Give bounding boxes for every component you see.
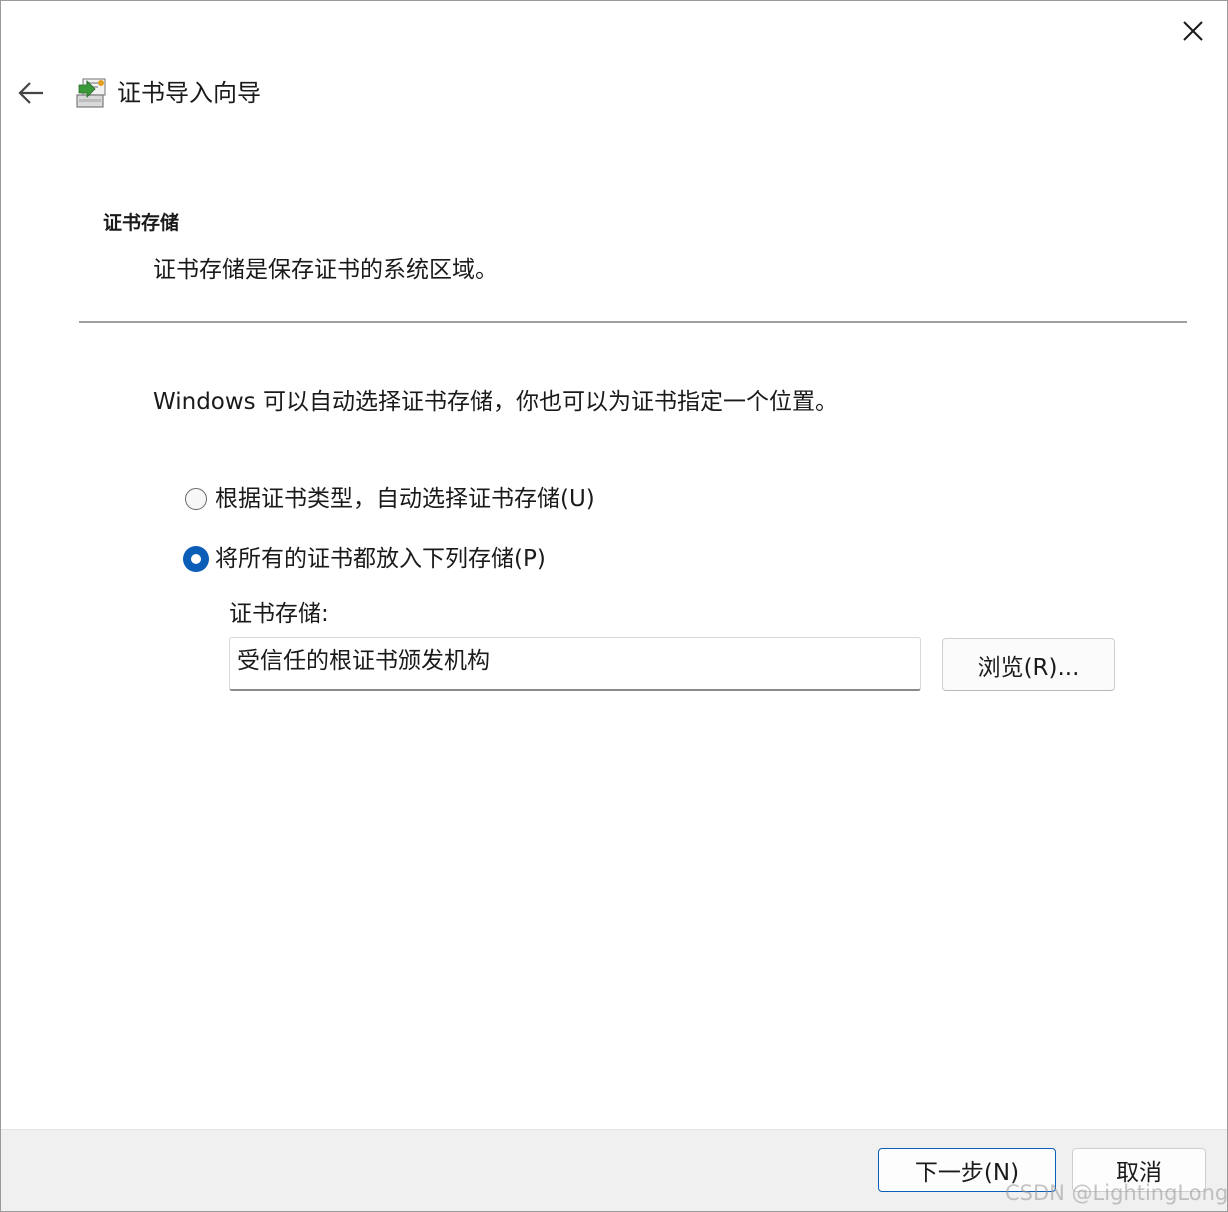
radio-manual-label: 将所有的证书都放入下列存储(P) (215, 546, 546, 572)
header-divider (79, 321, 1187, 323)
radio-auto-select-store[interactable]: 根据证书类型，自动选择证书存储(U) (185, 483, 595, 515)
radio-auto-label: 根据证书类型，自动选择证书存储(U) (215, 486, 595, 512)
close-button[interactable] (1163, 9, 1223, 53)
radio-unchecked-icon[interactable] (185, 488, 207, 510)
browse-button[interactable]: 浏览(R)... (942, 638, 1115, 691)
close-icon (1183, 21, 1203, 41)
section-description: 证书存储是保存证书的系统区域。 (153, 257, 498, 283)
certificate-import-wizard-window: 证书导入向导 证书存储 证书存储是保存证书的系统区域。 Windows 可以自动… (0, 0, 1228, 1212)
certificate-icon (76, 78, 106, 108)
store-field[interactable]: 受信任的根证书颁发机构 (229, 637, 921, 691)
store-field-label: 证书存储: (229, 601, 329, 627)
back-button[interactable] (9, 71, 53, 115)
watermark: CSDN @LightingLong (1005, 1181, 1228, 1205)
back-arrow-icon (18, 82, 43, 104)
section-heading: 证书存储 (103, 212, 180, 234)
radio-place-in-store[interactable]: 将所有的证书都放入下列存储(P) (183, 543, 546, 575)
radio-checked-icon[interactable] (183, 546, 209, 572)
intro-text: Windows 可以自动选择证书存储，你也可以为证书指定一个位置。 (153, 389, 838, 415)
window-title: 证书导入向导 (117, 79, 261, 107)
